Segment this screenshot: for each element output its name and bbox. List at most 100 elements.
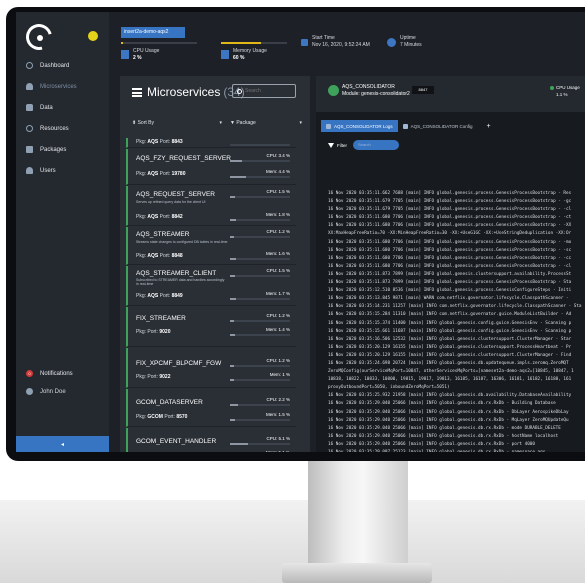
log-line: 10838, 10822, 10833, 10800, 19815, 19817…	[328, 377, 572, 383]
clock-icon	[387, 37, 396, 47]
microservice-card[interactable]: AQS_STREAMER_CLIENT Subscribed to STREAME…	[126, 266, 296, 306]
memory-gauge	[230, 379, 290, 381]
sidebar-item-dashboard[interactable]: Dashboard	[16, 56, 109, 75]
cpu-usage-value: CPU: 2.2 %	[266, 397, 290, 402]
microservice-card[interactable]: Pkg: AQS Port: 8843	[126, 138, 296, 148]
port-label: Port:	[159, 171, 171, 177]
memory-usage-value: Mem: 1.6 %	[265, 251, 290, 256]
collapse-sidebar-button[interactable]: ◂	[16, 436, 109, 452]
microservice-card[interactable]: GCOM_EVENT_HANDLERPkg: GCOM Port: 8572CP…	[126, 428, 296, 452]
sort-by-dropdown[interactable]: ⬍ Sort By ▾	[132, 120, 222, 126]
database-icon	[26, 104, 33, 111]
cpu-gauge	[230, 365, 290, 367]
memory-usage-value: Mem: 1.8 %	[265, 212, 290, 217]
microservice-module: Module: genesis-consolidator2	[342, 91, 410, 97]
memory-gauge	[230, 419, 290, 421]
tab-logs[interactable]: AQS_CONSOLIDATOR Logs	[321, 120, 398, 132]
port-label: Port:	[147, 374, 158, 380]
microservices-panel: Microservices (34) ⬍ Sort By ▾ ▼ Package…	[120, 76, 310, 452]
package-filter-dropdown[interactable]: ▼ Package ▾	[222, 120, 302, 126]
sidebar-item-label: Users	[40, 167, 56, 174]
cpu-gauge-fill	[230, 443, 249, 445]
sidebar-nav: Dashboard Microservices Data Resources P…	[16, 54, 109, 180]
package-label: Pkg:	[136, 329, 147, 335]
memory-gauge-fill	[230, 379, 234, 381]
user-menu[interactable]: John Doe	[26, 388, 66, 395]
microservice-card[interactable]: AQS_FZY_REQUEST_SERVER Pkg: AQS Port: 197…	[126, 149, 296, 185]
microservice-card[interactable]: AQS_STREAMER Streams state changes to con…	[126, 227, 296, 265]
log-line: 16 Nov 2020 03:35:11.680 7706 [main] INF…	[328, 215, 572, 221]
log-line: ZeroMQConfig(ourServiceMqPort=10847, oth…	[328, 369, 574, 375]
microservice-package-port: Pkg: GCOM Port: 8570	[136, 414, 187, 420]
sidebar-item-packages[interactable]: Packages	[16, 140, 109, 159]
sidebar-item-data[interactable]: Data	[16, 98, 109, 117]
sidebar-item-users[interactable]: Users	[16, 161, 109, 180]
tab-label: AQS_CONSOLIDATOR Logs	[334, 123, 393, 129]
microservice-detail-panel: AQS_CONSOLIDATOR Module: genesis-consoli…	[316, 76, 585, 452]
log-line: 16 Nov 2020 03:35:29.040 25066 [main] IN…	[328, 401, 556, 407]
microservice-package-port: Pkg: AQS Port: 8849	[136, 293, 183, 299]
memory-gauge	[230, 219, 290, 221]
microservice-package-port: Pkg: AQS Port: 8842	[136, 214, 183, 220]
log-search-input[interactable]: Search	[353, 140, 399, 150]
search-input[interactable]	[245, 88, 285, 94]
microservices-title: Microservices	[147, 85, 221, 99]
package-name: AQS	[147, 139, 159, 145]
memory-usage-bar-fill	[221, 42, 261, 44]
sidebar-item-resources[interactable]: Resources	[16, 119, 109, 138]
config-file-icon	[402, 123, 408, 129]
start-time-metric: Start Time Nov 16, 2020, 9:52:24 AM	[301, 30, 370, 54]
tab-config[interactable]: AQS_CONSOLIDATOR Config	[398, 120, 478, 132]
log-line: 16 Nov 2020 03:35:11.873 7899 [main] INF…	[328, 271, 572, 277]
log-line: XX:MaxHeapFreeRatio=70 -XX:MinHeapFreeRa…	[328, 231, 572, 237]
microservice-card[interactable]: FIX_XPCMF_BLPCMF_FGW Pkg: Port: 9022 CPU: …	[126, 348, 296, 388]
package-name: GCOM	[147, 414, 163, 420]
port-label: Port:	[159, 139, 171, 145]
cpu-gauge-fill	[230, 320, 235, 322]
log-line: 16 Nov 2020 03:35:29.040 25066 [main] IN…	[328, 417, 569, 423]
log-file-icon	[326, 123, 331, 129]
log-line: 16 Nov 2020 03:35:16.506 12532 [main] IN…	[328, 336, 572, 342]
microservice-card[interactable]: GCOM_DATASERVER Pkg: GCOM Port: 8570 CPU: …	[126, 389, 296, 427]
notifications-button[interactable]: 0 Notifications	[26, 370, 73, 377]
cpu-gauge-fill	[230, 236, 235, 238]
memory-gauge	[230, 176, 290, 178]
package-name: AQS	[147, 171, 159, 177]
microservice-card[interactable]: FIX_STREAMER Pkg: Port: 9020 CPU: 1.2 % Mem…	[126, 307, 296, 347]
sidebar-item-microservices[interactable]: Microservices	[16, 77, 109, 96]
cpu-gauge-fill	[230, 365, 235, 367]
microservice-name: GCOM_EVENT_HANDLER	[136, 438, 217, 445]
cpu-usage-metric: CPU Usage 2 %	[121, 42, 159, 66]
funnel-icon: ▼	[230, 120, 235, 126]
port-number: 9022	[159, 374, 171, 380]
environment-tab[interactable]: insert2a-demo-aqs2	[121, 27, 185, 38]
uptime-label: Uptime	[400, 35, 416, 41]
add-tab-button[interactable]: +	[477, 120, 499, 132]
log-line: 16 Nov 2020 03:35:11.680 7706 [main] INF…	[328, 223, 572, 229]
memory-gauge-fill	[230, 258, 236, 260]
package-label: Pkg:	[136, 414, 147, 420]
cpu-usage-value: CPU: 1.5 %	[266, 268, 290, 273]
cpu-usage-value: CPU: 1.2 %	[266, 229, 290, 234]
microservice-name: AQS_CONSOLIDATOR	[342, 84, 395, 90]
filter-button[interactable]: Filter	[328, 142, 347, 148]
uptime-metric: Uptime 7 Minutes	[387, 30, 422, 54]
log-line: 16 Nov 2020 03:35:15.374 11400 [main] IN…	[328, 320, 572, 326]
microservices-search[interactable]	[232, 84, 296, 98]
port-label: Port:	[159, 214, 171, 220]
log-line: 16 Nov 2020 03:35:29.040 25066 [main] IN…	[328, 409, 569, 415]
cpu-gauge	[230, 404, 290, 406]
port-label: Port:	[159, 293, 171, 299]
notifications-label: Notifications	[40, 370, 73, 377]
microservice-card[interactable]: AQS_REQUEST_SERVER Serves up refined quer…	[126, 186, 296, 226]
log-line: 16 Nov 2020 03:35:11.873 7899 [main] INF…	[328, 280, 572, 286]
cpu-gauge	[230, 196, 290, 198]
log-line: 16 Nov 2020 03:35:20.129 16155 [main] IN…	[328, 344, 572, 350]
dashboard-icon	[26, 62, 33, 69]
log-line: 16 Nov 2020 03:35:14.231 11257 [main] IN…	[328, 304, 582, 310]
app-logo-dot	[37, 35, 43, 41]
log-line: 16 Nov 2020 03:35:20.129 16155 [main] IN…	[328, 352, 572, 358]
microservice-port-badge: 8847	[412, 86, 434, 94]
cpu-usage-value: CPU: 5.1 %	[266, 436, 290, 441]
sidebar-item-label: Microservices	[40, 83, 77, 90]
